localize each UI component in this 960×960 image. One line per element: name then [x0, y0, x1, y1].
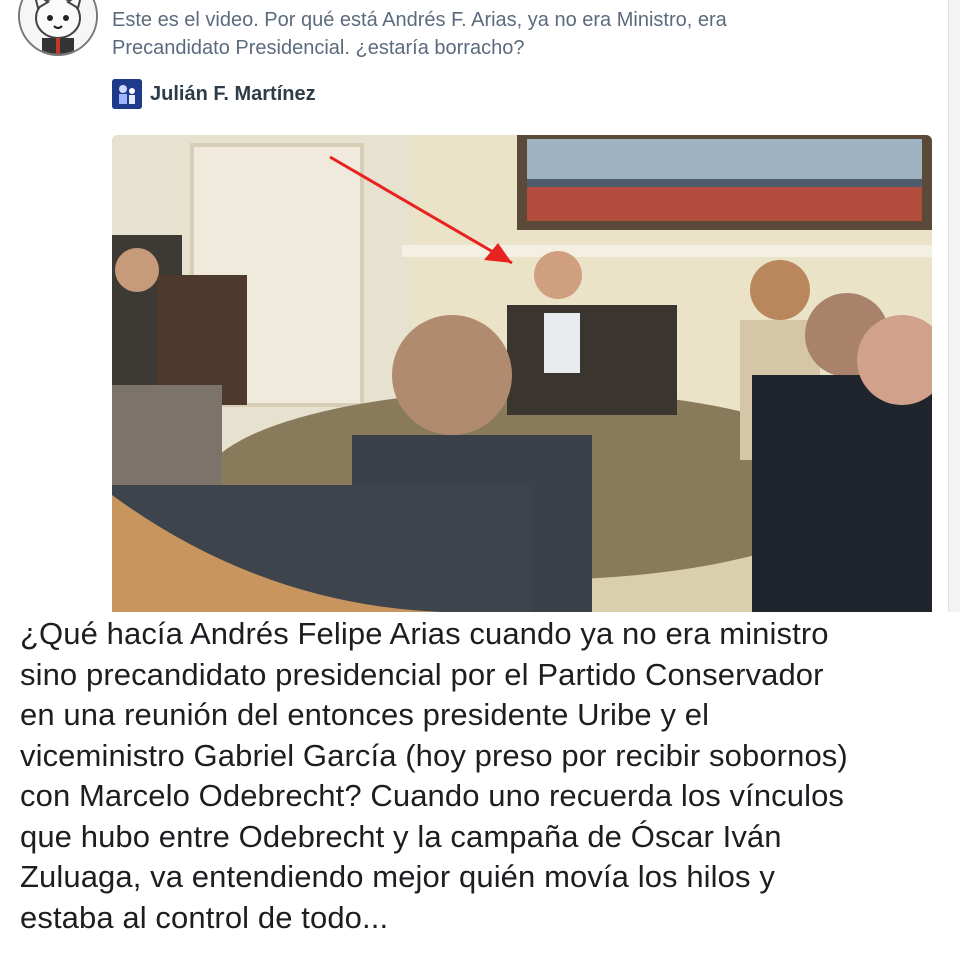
caption-line: que hubo entre Odebrecht y la campaña de…	[20, 818, 782, 854]
author-avatar-icon[interactable]	[112, 79, 142, 109]
caption-line: en una reunión del entonces presidente U…	[20, 697, 710, 732]
caption-text: ¿Qué hacía Andrés Felipe Arias cuando ya…	[20, 614, 950, 938]
video-thumbnail[interactable]	[112, 135, 932, 612]
caption-line: sino precandidato presidencial por el Pa…	[20, 656, 824, 692]
caption-line: ¿Qué hacía Andrés Felipe Arias cuando ya…	[20, 616, 829, 651]
caption-block: ¿Qué hacía Andrés Felipe Arias cuando ya…	[0, 612, 960, 960]
caption-line: Zuluaga, va entendiendo mejor quién moví…	[20, 859, 775, 894]
caption-line: con Marcelo Odebrecht? Cuando uno recuer…	[20, 778, 845, 813]
caption-line: viceministro Gabriel García (hoy preso p…	[20, 737, 848, 773]
shared-post-card: Este es el video. Por qué está Andrés F.…	[0, 0, 949, 612]
post-text: Este es el video. Por qué está Andrés F.…	[112, 6, 912, 62]
post-text-line: Este es el video. Por qué está Andrés F.…	[112, 9, 727, 31]
post-text-line: Precandidato Presidencial. ¿estaría borr…	[112, 37, 525, 59]
profile-avatar-icon[interactable]	[18, 0, 98, 56]
author-name-link[interactable]: Julián F. Martínez	[150, 83, 316, 106]
author-row[interactable]: Julián F. Martínez	[112, 78, 316, 110]
caption-line: estaba al control de todo...	[20, 899, 389, 935]
